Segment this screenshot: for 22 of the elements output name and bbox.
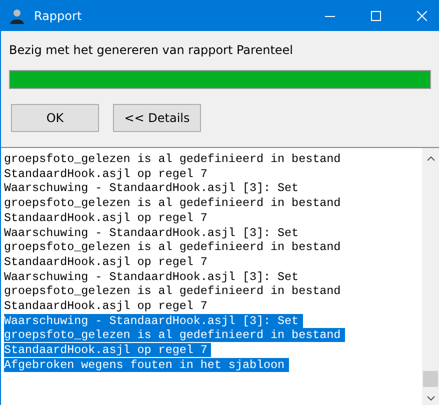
details-button[interactable]: << Details bbox=[113, 104, 201, 132]
log-line: groepsfoto_gelezen is al gedefinieerd in bestand bbox=[4, 152, 342, 166]
scrollbar[interactable] bbox=[422, 148, 439, 405]
person-icon bbox=[9, 8, 25, 24]
scroll-down-icon[interactable] bbox=[426, 396, 434, 401]
scroll-thumb[interactable] bbox=[423, 371, 438, 387]
log-line: StandaardHook.asjl op regel 7 bbox=[4, 254, 208, 269]
log-line: Waarschuwing - StandaardHook.asjl [3]: Set bbox=[4, 226, 300, 240]
maximize-icon[interactable] bbox=[371, 10, 381, 20]
log-line: groepsfoto_gelezen is al gedefinieerd in bestand bbox=[4, 196, 342, 210]
scroll-up-icon[interactable] bbox=[426, 156, 434, 161]
log-line: Waarschuwing - StandaardHook.asjl [3]: Set bbox=[4, 270, 300, 284]
log-line: StandaardHook.asjl op regel 7 bbox=[4, 299, 208, 314]
log-line: StandaardHook.asjl op regel 7 bbox=[4, 210, 208, 225]
log-line: groepsfoto_gelezen is al gedefinieerd in bestand bbox=[4, 240, 342, 254]
log-line: StandaardHook.asjl op regel 7 bbox=[4, 166, 208, 181]
log-line: Waarschuwing - StandaardHook.asjl [3]: Set bbox=[4, 181, 300, 196]
window-title: Rapport bbox=[34, 8, 82, 22]
close-icon[interactable] bbox=[417, 10, 427, 20]
ok-button[interactable]: OK bbox=[11, 104, 99, 132]
log-line: groepsfoto_gelezen is al gedefinieerd in bestand bbox=[4, 284, 342, 298]
status-text: Bezig met het genereren van rapport Parenteel bbox=[9, 43, 294, 59]
